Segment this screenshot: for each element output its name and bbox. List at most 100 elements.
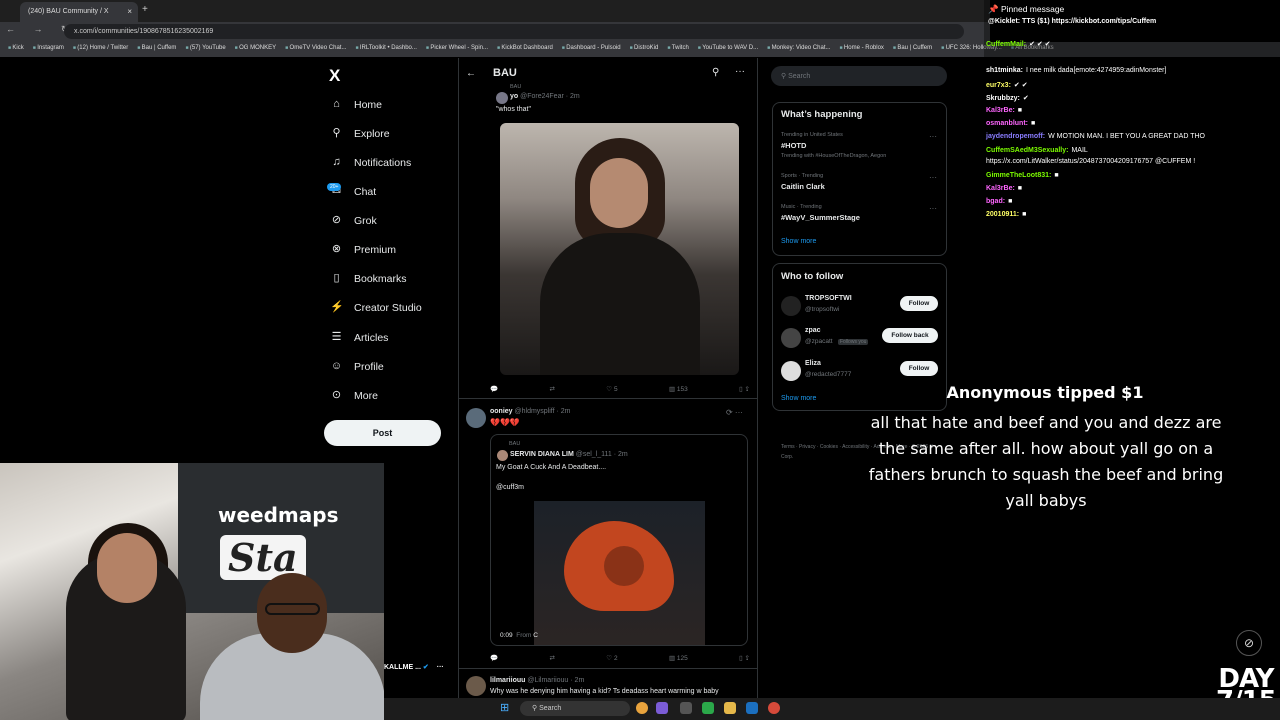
chat-username[interactable]: osmanblunt:	[986, 120, 1028, 127]
chat-username[interactable]: jaydendropemoff:	[986, 133, 1045, 140]
follow-suggestion-name[interactable]: zpac	[805, 327, 821, 334]
author-handle[interactable]: @Fore24Fear	[520, 93, 564, 100]
bookmark-item[interactable]: IRLToolkit • Dashbo...	[355, 45, 417, 54]
browser-tab[interactable]: (240) BAU Community / X ×	[20, 2, 138, 22]
app-icon[interactable]	[680, 702, 692, 714]
app-icon[interactable]	[702, 702, 714, 714]
trend-name[interactable]: #HOTD	[781, 141, 806, 150]
bookmark-item[interactable]: Dashboard - Pulsoid	[562, 45, 620, 54]
author-name[interactable]: SERVIN DIANA LIM	[510, 451, 574, 458]
sidebar-item-notifications[interactable]: ♫ Notifications	[330, 156, 411, 169]
bookmark-item[interactable]: YouTube to WAV D...	[698, 45, 758, 54]
search-icon[interactable]: ⚲	[712, 67, 719, 78]
account-switcher[interactable]: KALLME ... ✔ ···	[384, 660, 458, 680]
like-button[interactable]: ♡ 2	[606, 654, 617, 662]
views-icon[interactable]: ▥ 153	[669, 385, 688, 393]
new-tab-icon[interactable]: +	[142, 4, 148, 15]
x-logo-icon[interactable]: X	[329, 66, 340, 86]
show-more-link[interactable]: Show more	[781, 395, 816, 402]
author-handle[interactable]: @hldmyspliff	[515, 408, 555, 415]
follow-button[interactable]: Follow	[900, 361, 938, 376]
folder-icon[interactable]	[724, 702, 736, 714]
repost-icon[interactable]: ⇄	[549, 385, 554, 393]
post-button[interactable]: Post	[324, 420, 441, 446]
avatar[interactable]	[466, 408, 486, 428]
follow-button[interactable]: Follow	[900, 296, 938, 311]
more-icon[interactable]: ⟳ ···	[726, 408, 743, 417]
chrome-icon[interactable]	[636, 702, 648, 714]
sidebar-item-bookmarks[interactable]: ▯ Bookmarks	[330, 272, 406, 285]
reply-icon[interactable]: 💬	[490, 654, 498, 662]
author-handle[interactable]: @sel_l_111	[576, 451, 612, 458]
bookmark-icon[interactable]: ▯ ⇪	[739, 654, 750, 662]
sidebar-item-creator-studio[interactable]: ⚡ Creator Studio	[330, 301, 422, 314]
search-input[interactable]: ⚲ Search	[771, 66, 947, 86]
author-name[interactable]: yo	[510, 93, 518, 100]
avatar[interactable]	[466, 676, 486, 696]
sidebar-item-grok[interactable]: ⊘ Grok	[330, 214, 377, 227]
avatar[interactable]	[781, 361, 801, 381]
more-icon[interactable]: ···	[929, 204, 937, 213]
chat-username[interactable]: Kal3rBe:	[986, 107, 1015, 114]
url-bar[interactable]: x.com/i/communities/1908678516235002169	[64, 24, 964, 39]
chat-username[interactable]: bgad:	[986, 198, 1005, 205]
like-button[interactable]: ♡ 5	[606, 385, 617, 393]
post-author[interactable]: lilmariiouu @Lilmariiouu · 2m	[490, 677, 584, 684]
chat-username[interactable]: eur7x3:	[986, 82, 1011, 89]
author-handle[interactable]: @Lilmariiouu	[527, 677, 568, 684]
bookmark-item[interactable]: (12) Home / Twitter	[73, 45, 128, 54]
sidebar-item-more[interactable]: ⊙ More	[330, 389, 378, 402]
post-image[interactable]	[500, 123, 739, 375]
app-icon[interactable]	[656, 702, 668, 714]
windows-start-icon[interactable]: ⊞	[500, 701, 509, 714]
chat-username[interactable]: CuffemSAedM3Sexually:	[986, 147, 1068, 154]
bookmark-item[interactable]: OmeTV Video Chat...	[285, 45, 347, 54]
follow-suggestion-name[interactable]: Eliza	[805, 360, 821, 367]
quote-mention[interactable]: @cuff3m	[496, 484, 524, 491]
avatar[interactable]	[496, 92, 508, 104]
bookmark-item[interactable]: DistroKid	[630, 45, 658, 54]
bookmark-item[interactable]: Bau | Cuffem	[137, 45, 177, 54]
bookmark-item[interactable]: Twitch	[667, 45, 689, 54]
avatar[interactable]	[781, 296, 801, 316]
follow-suggestion-handle[interactable]: @redacted7777	[805, 371, 851, 378]
bookmark-item[interactable]: Kick	[8, 45, 23, 54]
chat-username[interactable]: Skrubbzy:	[986, 95, 1020, 102]
more-icon[interactable]: ···	[929, 173, 937, 182]
bookmark-item[interactable]: Picker Wheel - Spin...	[426, 45, 488, 54]
follow-suggestion-handle[interactable]: @zpacatt	[805, 338, 833, 345]
sidebar-item-explore[interactable]: ⚲ Explore	[330, 127, 389, 140]
back-arrow-icon[interactable]: ←	[466, 68, 476, 79]
follow-button[interactable]: Follow back	[882, 328, 938, 343]
chat-username[interactable]: 20010911:	[986, 211, 1019, 218]
chat-username[interactable]: sh1tminka:	[986, 67, 1023, 74]
chat-username[interactable]: CuffemMail:	[986, 41, 1026, 48]
quote-video[interactable]	[534, 501, 705, 645]
close-icon[interactable]: ×	[127, 7, 132, 16]
bookmark-item[interactable]: OG MONKEY	[235, 45, 276, 54]
avatar[interactable]	[781, 328, 801, 348]
chrome-icon[interactable]	[768, 702, 780, 714]
reply-icon[interactable]: 💬	[490, 385, 498, 393]
bookmark-item[interactable]: Home - Roblox	[839, 45, 884, 54]
bookmark-icon[interactable]: ▯ ⇪	[739, 385, 750, 393]
more-icon[interactable]: ···	[735, 66, 745, 77]
post-author[interactable]: ooniey @hldmyspliff · 2m	[490, 408, 571, 415]
chat-username[interactable]: Kal3rBe:	[986, 185, 1015, 192]
bookmark-item[interactable]: Monkey: Video Chat...	[767, 45, 831, 54]
post-author[interactable]: yo @Fore24Fear · 2m	[510, 93, 580, 100]
avatar[interactable]	[497, 450, 508, 461]
bookmark-item[interactable]: (57) YouTube	[185, 45, 226, 54]
author-name[interactable]: lilmariiouu	[490, 677, 525, 684]
repost-icon[interactable]: ⇄	[549, 654, 554, 662]
follow-suggestion-name[interactable]: TROPSOFTWI	[805, 295, 852, 302]
sidebar-item-articles[interactable]: ☰ Articles	[330, 331, 389, 344]
sidebar-item-home[interactable]: ⌂ Home	[330, 98, 382, 111]
trend-name[interactable]: #WayV_SummerStage	[781, 213, 860, 222]
more-icon[interactable]: ···	[929, 132, 937, 141]
chat-username[interactable]: GimmeTheLoot831:	[986, 172, 1051, 179]
author-name[interactable]: ooniey	[490, 408, 513, 415]
show-more-link[interactable]: Show more	[781, 238, 816, 245]
sidebar-item-profile[interactable]: ☺ Profile	[330, 360, 384, 373]
bookmark-item[interactable]: KickBot Dashboard	[497, 45, 552, 54]
